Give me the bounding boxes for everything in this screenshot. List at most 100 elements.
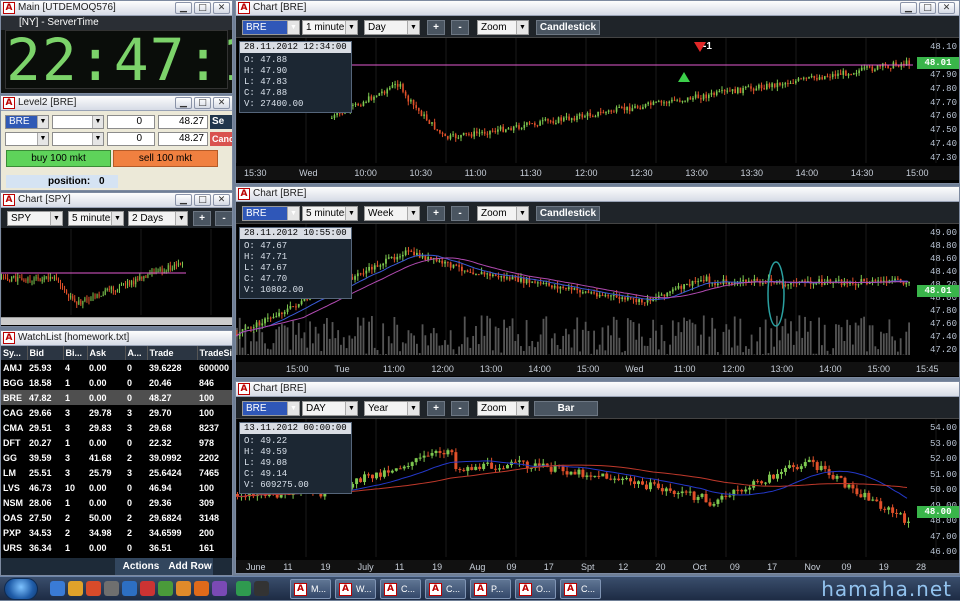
chevron-down-icon[interactable]: ▼	[516, 402, 528, 415]
chevron-down-icon[interactable]: ▼	[111, 212, 123, 225]
cancel-button[interactable]: Canc	[210, 132, 233, 146]
spy-symbol-select[interactable]: SPY▼	[7, 211, 63, 226]
buy-button[interactable]: buy 100 mkt	[6, 150, 111, 167]
app-icon[interactable]	[212, 581, 227, 596]
chevron-down-icon[interactable]: ▼	[345, 402, 357, 415]
download-icon[interactable]	[236, 581, 251, 596]
level2-account-select[interactable]: ▼	[5, 132, 49, 146]
settings-icon[interactable]	[104, 581, 119, 596]
column-header[interactable]: A...	[125, 346, 147, 360]
phone-icon[interactable]	[158, 581, 173, 596]
chart2-minus-button[interactable]: -	[451, 206, 469, 221]
chevron-down-icon[interactable]: ▼	[287, 402, 299, 415]
minimize-icon[interactable]: ▁	[900, 2, 917, 14]
close-icon[interactable]: ✕	[213, 97, 230, 109]
spy-price-chart[interactable]	[1, 229, 233, 315]
chevron-down-icon[interactable]: ▼	[407, 402, 419, 415]
sell-button[interactable]: sell 100 mkt	[113, 150, 218, 167]
actions-button[interactable]: Actions	[115, 558, 167, 575]
taskbar-item[interactable]: AP...	[470, 579, 511, 599]
chevron-down-icon[interactable]: ▼	[92, 116, 103, 128]
chart2-symbol-select[interactable]: BRE▼	[242, 206, 300, 221]
level2-tif-select[interactable]: ▼	[52, 132, 104, 146]
table-row[interactable]: PXP34.53234.98234.6599200	[1, 525, 233, 540]
column-header[interactable]: Bi...	[63, 346, 87, 360]
column-header[interactable]: Ask	[87, 346, 125, 360]
chart2-style-button[interactable]: Candlestick	[536, 206, 600, 221]
chart3-range-select[interactable]: Year▼	[364, 401, 420, 416]
minimize-icon[interactable]: ▁	[175, 194, 192, 206]
table-row[interactable]: DFT20.2710.00022.32978	[1, 435, 233, 450]
table-row[interactable]: URS36.3410.00036.51161	[1, 540, 233, 555]
level2-symbol-select[interactable]: BRE▼	[5, 115, 49, 129]
table-row[interactable]: CAG29.66329.78329.70100	[1, 405, 233, 420]
start-button[interactable]	[4, 578, 38, 600]
chevron-down-icon[interactable]: ▼	[345, 207, 357, 220]
chart3-plot-area[interactable]: 13.11.2012 00:00:00O: 49.22H: 49.59L: 49…	[236, 419, 960, 574]
maximize-icon[interactable]: □	[919, 2, 936, 14]
chart3-zoom-select[interactable]: Zoom▼	[477, 401, 529, 416]
chevron-down-icon[interactable]: ▼	[287, 207, 299, 220]
close-icon[interactable]: ✕	[938, 2, 955, 14]
chevron-down-icon[interactable]: ▼	[345, 21, 357, 34]
chart1-interval-select[interactable]: 1 minute▼	[302, 20, 358, 35]
chevron-down-icon[interactable]: ▼	[92, 133, 103, 145]
chart3-titlebar[interactable]: AChart [BRE]	[236, 382, 959, 397]
chart3-interval-select[interactable]: DAY▼	[302, 401, 358, 416]
chart1-zoom-select[interactable]: Zoom▼	[477, 20, 529, 35]
main-titlebar[interactable]: AMain [UTDEMOQ576] ▁□✕	[1, 1, 232, 16]
spy-interval-select[interactable]: 5 minutes▼	[68, 211, 124, 226]
column-header[interactable]: TradeSiz	[197, 346, 233, 360]
chevron-down-icon[interactable]: ▼	[50, 212, 62, 225]
chart1-range-select[interactable]: Day▼	[364, 20, 420, 35]
taskbar-item[interactable]: AC...	[425, 579, 466, 599]
globe-icon[interactable]	[176, 581, 191, 596]
chart2-titlebar[interactable]: AChart [BRE]	[236, 187, 959, 202]
close-icon[interactable]: ✕	[213, 194, 230, 206]
table-row[interactable]: AMJ25.9340.00039.6228600000	[1, 360, 233, 375]
chevron-down-icon[interactable]: ▼	[37, 133, 48, 145]
chart2-zoom-select[interactable]: Zoom▼	[477, 206, 529, 221]
chart1-plot-area[interactable]: 28.11.2012 12:34:00O: 47.88H: 47.90L: 47…	[236, 38, 960, 184]
column-header[interactable]: Trade	[147, 346, 197, 360]
spy-scrollbar[interactable]	[1, 317, 232, 325]
level2-qty-input-1[interactable]: 0	[107, 115, 155, 129]
chart2-range-select[interactable]: Week▼	[364, 206, 420, 221]
chevron-down-icon[interactable]: ▼	[175, 212, 187, 225]
chevron-down-icon[interactable]: ▼	[407, 207, 419, 220]
chart2-plus-button[interactable]: +	[427, 206, 445, 221]
table-row[interactable]: LVS46.73100.00046.94100	[1, 480, 233, 495]
media-icon[interactable]	[68, 581, 83, 596]
level2-titlebar[interactable]: ALevel2 [BRE] ▁□✕	[1, 96, 232, 111]
chevron-down-icon[interactable]: ▼	[516, 21, 528, 34]
chart2-plot-area[interactable]: 28.11.2012 10:55:00O: 47.67H: 47.71L: 47…	[236, 224, 960, 378]
chart3-plus-button[interactable]: +	[427, 401, 445, 416]
chart3-symbol-select[interactable]: BRE▼	[242, 401, 300, 416]
chart3-minus-button[interactable]: -	[451, 401, 469, 416]
game-icon[interactable]	[254, 581, 269, 596]
table-row[interactable]: CMA29.51329.83329.688237	[1, 420, 233, 435]
column-header[interactable]: Sy...	[1, 346, 27, 360]
folder-icon[interactable]	[50, 581, 65, 596]
table-row[interactable]: BRE47.8210.00048.27100	[1, 390, 233, 405]
level2-price-input-2[interactable]: 48.27	[158, 132, 208, 146]
zoom-in-button[interactable]: +	[193, 211, 211, 226]
chart1-style-button[interactable]: Candlestick	[536, 20, 600, 35]
minimize-icon[interactable]: ▁	[175, 97, 192, 109]
level2-route-select[interactable]: ▼	[52, 115, 104, 129]
table-row[interactable]: GG39.59341.68239.09922202	[1, 450, 233, 465]
table-row[interactable]: LM25.51325.79325.64247465	[1, 465, 233, 480]
browser-icon[interactable]	[86, 581, 101, 596]
firefox-icon[interactable]	[194, 581, 209, 596]
chart1-titlebar[interactable]: AChart [BRE] ▁□✕	[236, 1, 959, 16]
mail-icon[interactable]	[122, 581, 137, 596]
zoom-out-button[interactable]: -	[215, 211, 233, 226]
taskbar-item[interactable]: AW...	[335, 579, 376, 599]
maximize-icon[interactable]: □	[194, 194, 211, 206]
spy-range-select[interactable]: 2 Days▼	[128, 211, 188, 226]
maximize-icon[interactable]: □	[194, 2, 211, 14]
taskbar-item[interactable]: AM...	[290, 579, 331, 599]
taskbar-item[interactable]: AC...	[560, 579, 601, 599]
spy-chart-titlebar[interactable]: AChart [SPY] ▁□✕	[1, 193, 232, 208]
table-row[interactable]: NSM28.0610.00029.36309	[1, 495, 233, 510]
